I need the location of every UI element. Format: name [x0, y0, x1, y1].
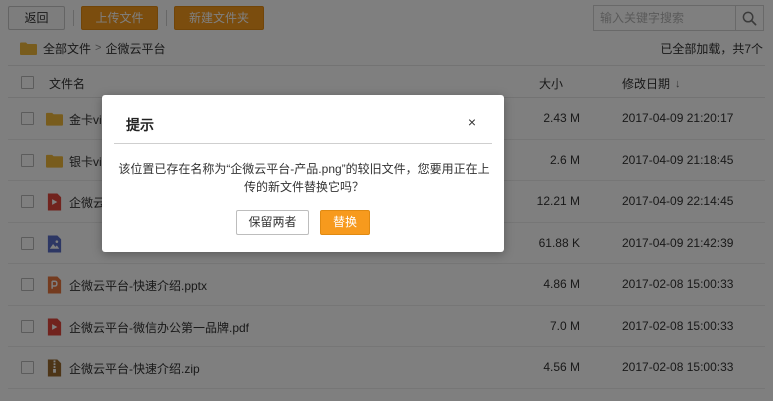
replace-file-dialog: 提示 × 该位置已存在名称为“企微云平台-产品.png”的较旧文件，您要用正在上… [102, 95, 504, 252]
close-icon[interactable]: × [468, 114, 476, 130]
keep-both-button[interactable]: 保留两者 [236, 210, 309, 235]
replace-button[interactable]: 替换 [320, 210, 370, 235]
dialog-message: 该位置已存在名称为“企微云平台-产品.png”的较旧文件，您要用正在上传的新文件… [118, 162, 490, 194]
dialog-title: 提示 [126, 117, 154, 133]
dialog-divider [114, 143, 492, 144]
